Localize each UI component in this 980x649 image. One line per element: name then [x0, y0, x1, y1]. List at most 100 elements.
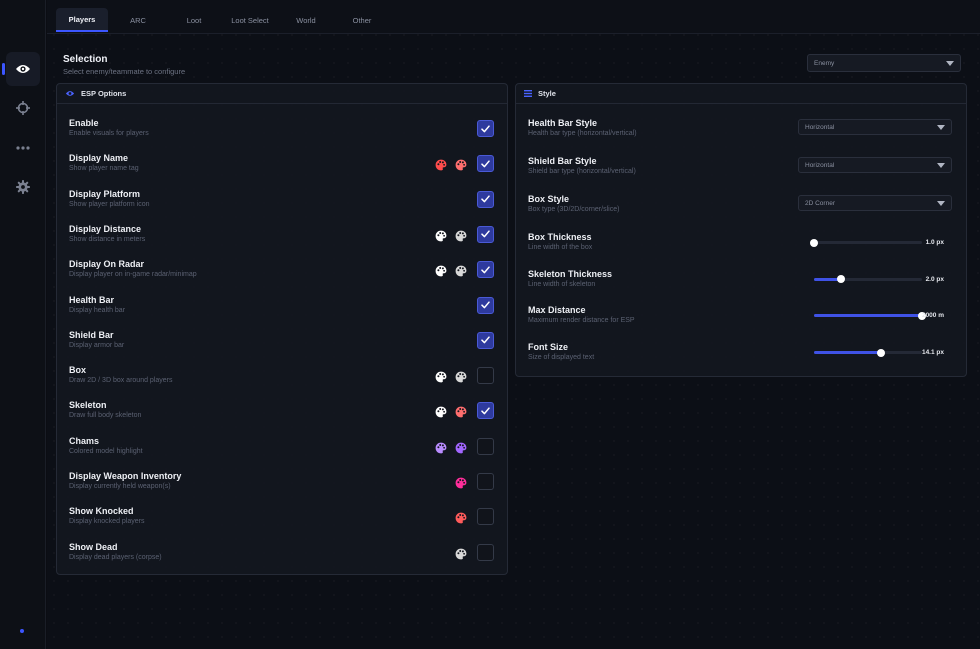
- option-description: Display dead players (corpse): [69, 553, 162, 561]
- checkbox-health-bar[interactable]: [477, 296, 494, 314]
- option-label: Skeleton: [69, 400, 107, 411]
- palette-icon[interactable]: [455, 476, 467, 489]
- style-description: Size of displayed text: [528, 354, 595, 362]
- sidebar-item-visuals[interactable]: [2, 52, 40, 86]
- option-description: Draw 2D / 3D box around players: [69, 377, 173, 385]
- tab-players[interactable]: Players: [56, 8, 108, 32]
- esp-options-title: ESP Options: [81, 89, 127, 98]
- option-row-shield-bar: Shield Bar Display armor bar: [69, 330, 495, 360]
- checkbox-show-dead[interactable]: [477, 543, 494, 561]
- checkbox-display-name[interactable]: [477, 155, 494, 173]
- palette-icon[interactable]: [455, 441, 467, 454]
- option-label: Box: [69, 365, 87, 376]
- slider-fill: [814, 351, 881, 355]
- style-row-box-style: Box Style Box type (3D/2D/corner/slice) 2D…: [528, 194, 956, 224]
- style-row-max-distance: Max Distance Maximum render distance for …: [528, 305, 956, 335]
- gear-icon: [16, 180, 30, 194]
- option-label: Display Weapon Inventory: [69, 471, 182, 481]
- option-description: Display health bar: [69, 306, 126, 314]
- checkbox-show-knocked[interactable]: [477, 508, 494, 526]
- dropdown-box-style[interactable]: 2D Corner: [798, 195, 952, 211]
- slider-handle[interactable]: [837, 275, 845, 284]
- option-label: Show Dead: [69, 541, 118, 552]
- palette-icon[interactable]: [455, 264, 467, 277]
- option-description: Display currently held weapon(s): [69, 483, 171, 490]
- style-label: Box Thickness: [528, 232, 592, 242]
- chevron-down-icon: [937, 125, 945, 130]
- checkbox-display-on-radar[interactable]: [477, 261, 494, 279]
- checkbox-display-weapon-inventory[interactable]: [477, 473, 494, 490]
- palette-icon[interactable]: [455, 405, 467, 418]
- slider-fill: [814, 314, 922, 318]
- sidebar-item-aim[interactable]: [6, 91, 40, 125]
- palette-icon[interactable]: [435, 441, 447, 454]
- option-row-display-name: Display Name Show player name tag: [69, 153, 495, 183]
- palette-icon[interactable]: [435, 229, 447, 242]
- option-row-enable: Enable Enable visuals for players: [69, 118, 495, 148]
- slider-font-size[interactable]: [814, 348, 922, 357]
- palette-icon[interactable]: [435, 264, 447, 277]
- slider-max-distance[interactable]: [814, 311, 926, 320]
- chevron-down-icon: [946, 61, 954, 66]
- tab-world[interactable]: World: [280, 8, 332, 32]
- slider-value: 2.0 px: [925, 275, 944, 283]
- style-label: Shield Bar Style: [528, 156, 597, 166]
- style-row-shield-bar-style: Shield Bar Style Shield bar type (horizon…: [528, 156, 956, 186]
- palette-icon[interactable]: [455, 158, 467, 171]
- tab-loot-select[interactable]: Loot Select: [224, 8, 276, 32]
- eye-icon: [65, 91, 75, 96]
- option-label: Chams: [69, 435, 100, 446]
- slider-handle[interactable]: [810, 238, 818, 247]
- option-label: Display Name: [69, 153, 129, 164]
- style-label: Skeleton Thickness: [528, 268, 613, 279]
- style-row-font-size: Font Size Size of displayed text 14.1 px: [528, 342, 956, 372]
- tab-other[interactable]: Other: [336, 8, 388, 32]
- sidebar-item-misc[interactable]: [6, 131, 40, 165]
- palette-icon[interactable]: [435, 370, 447, 383]
- dropdown-health-bar-style[interactable]: Horizontal: [798, 119, 952, 135]
- chevron-down-icon: [937, 163, 945, 168]
- slider-handle[interactable]: [876, 348, 885, 357]
- palette-icon[interactable]: [435, 405, 447, 418]
- main-area: Players ARC Loot Loot Select World Other…: [47, 0, 980, 649]
- status-dot: [20, 629, 24, 633]
- checkbox-skeleton[interactable]: [477, 402, 494, 420]
- sidebar: [0, 0, 46, 649]
- slider-skeleton-thickness[interactable]: [814, 275, 922, 284]
- checkbox-shield-bar[interactable]: [477, 331, 494, 349]
- option-label: Display Platform: [69, 188, 141, 199]
- checkbox-chams[interactable]: [477, 437, 494, 455]
- sidebar-item-settings[interactable]: [6, 170, 40, 204]
- slider-box-thickness[interactable]: [810, 238, 922, 247]
- slider-value: 14.1 px: [921, 349, 944, 357]
- selection-value: Enemy: [814, 59, 835, 67]
- style-description: Line width of skeleton: [528, 280, 596, 288]
- style-description: Maximum render distance for ESP: [528, 317, 635, 325]
- dropdown-value: Horizontal: [805, 123, 835, 131]
- dropdown-shield-bar-style[interactable]: Horizontal: [798, 157, 952, 173]
- option-description: Show player platform icon: [69, 200, 150, 208]
- selection-dropdown[interactable]: Enemy: [807, 54, 961, 72]
- style-row-health-bar-style: Health Bar Style Health bar type (horizon…: [528, 118, 956, 148]
- option-label: Show Knocked: [69, 506, 134, 517]
- eye-icon: [16, 65, 30, 73]
- checkbox-display-distance[interactable]: [477, 225, 494, 243]
- chevron-down-icon: [937, 201, 945, 206]
- checkbox-box[interactable]: [477, 367, 494, 385]
- palette-icon[interactable]: [455, 370, 467, 383]
- tab-loot[interactable]: Loot: [168, 8, 220, 32]
- tab-arc[interactable]: ARC: [112, 8, 164, 32]
- option-description: Show player name tag: [69, 165, 139, 173]
- palette-icon[interactable]: [455, 547, 467, 559]
- style-label: Max Distance: [528, 305, 586, 316]
- option-row-show-dead: Show Dead Display dead players (corpse): [69, 542, 495, 572]
- dropdown-value: 2D Corner: [805, 199, 835, 207]
- option-row-display-weapon-inventory: Display Weapon Inventory Display currentl…: [69, 471, 495, 501]
- palette-icon[interactable]: [455, 229, 467, 242]
- palette-icon[interactable]: [435, 158, 447, 171]
- esp-options-panel: ESP Options Enable Enable visuals for pla…: [56, 83, 508, 575]
- checkbox-display-platform[interactable]: [477, 190, 494, 208]
- checkbox-enable[interactable]: [477, 120, 494, 137]
- option-row-display-platform: Display Platform Show player platform ico…: [69, 189, 495, 219]
- palette-icon[interactable]: [455, 511, 467, 524]
